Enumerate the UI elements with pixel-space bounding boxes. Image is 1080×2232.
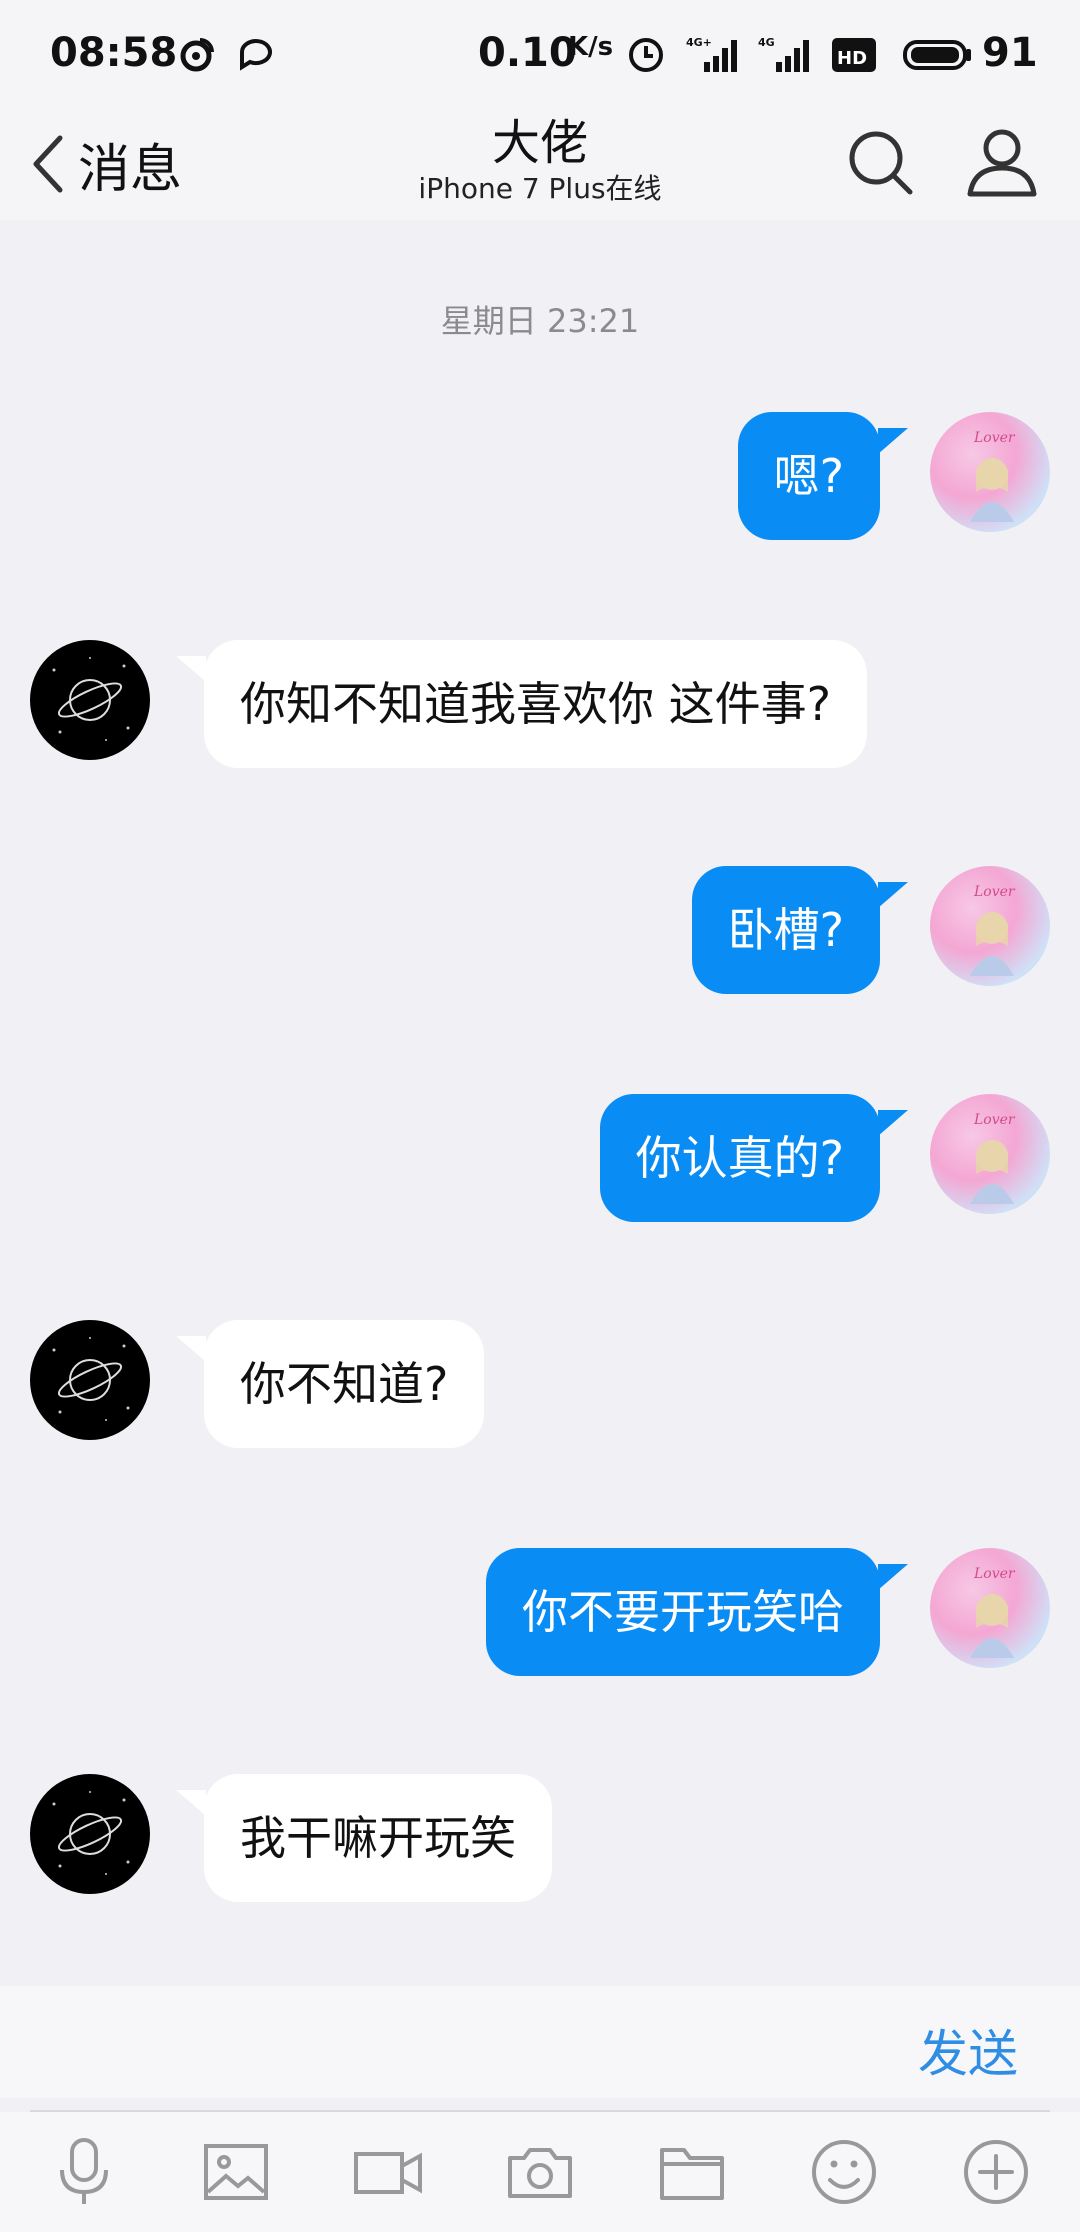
weibo-icon [180, 38, 214, 72]
image-icon[interactable] [198, 2134, 274, 2210]
message-bubble-sent[interactable]: 你不要开玩笑哈 [486, 1548, 880, 1676]
input-toolbar [0, 2112, 1080, 2232]
chat-bubble-icon [240, 39, 272, 71]
chat-timestamp: 星期日 23:21 [440, 302, 640, 340]
svg-text:4G: 4G [758, 36, 775, 49]
bubble-tail [878, 882, 908, 908]
folder-icon[interactable] [654, 2134, 730, 2210]
avatar-portrait-icon: Lover [970, 1112, 1016, 1204]
network-speed: 0.10 [478, 30, 577, 76]
message-bubble-sent[interactable]: 嗯? [737, 412, 880, 540]
my-avatar[interactable]: Lover [930, 412, 1050, 532]
profile-icon[interactable] [962, 122, 1042, 202]
message-bubble-sent[interactable]: 你认真的? [599, 1094, 880, 1222]
signal-4g-plus-icon: 4G+ [686, 36, 737, 72]
message-bubble-received[interactable]: 你不知道? [204, 1320, 485, 1448]
bubble-tail [176, 1336, 206, 1362]
search-icon[interactable] [840, 122, 920, 202]
back-label: 消息 [78, 139, 183, 200]
contact-avatar[interactable] [30, 1320, 150, 1440]
svg-text:Lover: Lover [973, 1112, 1016, 1128]
contact-avatar[interactable] [30, 1774, 150, 1894]
planet-icon [52, 657, 130, 741]
svg-text:HD: HD [837, 48, 867, 69]
chevron-left-icon [33, 135, 63, 193]
bubble-tail [878, 428, 908, 454]
status-time: 08:58 [50, 30, 178, 76]
svg-text:Lover: Lover [973, 430, 1016, 446]
message-text: 你知不知道我喜欢你 这件事? [240, 677, 832, 731]
microphone-icon[interactable] [46, 2134, 122, 2210]
svg-text:Lover: Lover [973, 884, 1016, 900]
emoji-icon[interactable] [806, 2134, 882, 2210]
chat-header: 消息 大佬 iPhone 7 Plus在线 [0, 110, 1080, 220]
message-text: 嗯? [773, 449, 844, 503]
avatar-portrait-icon: Lover [970, 884, 1016, 976]
message-input[interactable] [30, 2000, 870, 2084]
signal-4g-icon: 4G [758, 36, 809, 72]
bubble-tail [176, 1790, 206, 1816]
message-bubble-sent[interactable]: 卧槽? [691, 866, 880, 994]
hd-volte-icon: HD [832, 38, 876, 72]
back-button[interactable]: 消息 [30, 124, 220, 204]
message-input-area: 发送 [0, 1986, 1080, 2098]
message-text: 你认真的? [635, 1131, 844, 1185]
message-text: 你不要开玩笑哈 [522, 1585, 844, 1639]
svg-text:4G+: 4G+ [686, 36, 712, 49]
contact-info[interactable]: 大佬 iPhone 7 Plus在线 [340, 110, 740, 204]
planet-icon [52, 1791, 130, 1875]
network-speed-unit: K/s [568, 32, 614, 62]
bubble-tail [878, 1564, 908, 1590]
contact-avatar[interactable] [30, 640, 150, 760]
message-text: 我干嘛开玩笑 [240, 1811, 516, 1865]
plus-icon[interactable] [958, 2134, 1034, 2210]
avatar-portrait-icon: Lover [970, 430, 1016, 522]
svg-text:Lover: Lover [973, 1566, 1016, 1582]
battery-icon [903, 40, 971, 70]
bubble-tail [878, 1110, 908, 1136]
bubble-tail [176, 656, 206, 682]
my-avatar[interactable]: Lover [930, 866, 1050, 986]
contact-name: 大佬 [491, 115, 588, 171]
avatar-portrait-icon: Lover [970, 1566, 1016, 1658]
status-bar: 08:58 0.10 K/s 4G+ 4G HD 91 [0, 0, 1080, 110]
my-avatar[interactable]: Lover [930, 1548, 1050, 1668]
battery-level: 91 [982, 30, 1038, 76]
planet-icon [52, 1337, 130, 1421]
camera-icon[interactable] [502, 2134, 578, 2210]
contact-status: iPhone 7 Plus在线 [418, 172, 662, 205]
message-text: 你不知道? [240, 1357, 449, 1411]
message-bubble-received[interactable]: 你知不知道我喜欢你 这件事? [204, 640, 868, 768]
message-text: 卧槽? [727, 903, 844, 957]
alarm-icon [629, 38, 663, 72]
send-button[interactable]: 发送 [918, 2014, 1018, 2086]
video-icon[interactable] [350, 2134, 426, 2210]
message-bubble-received[interactable]: 我干嘛开玩笑 [204, 1774, 552, 1902]
my-avatar[interactable]: Lover [930, 1094, 1050, 1214]
